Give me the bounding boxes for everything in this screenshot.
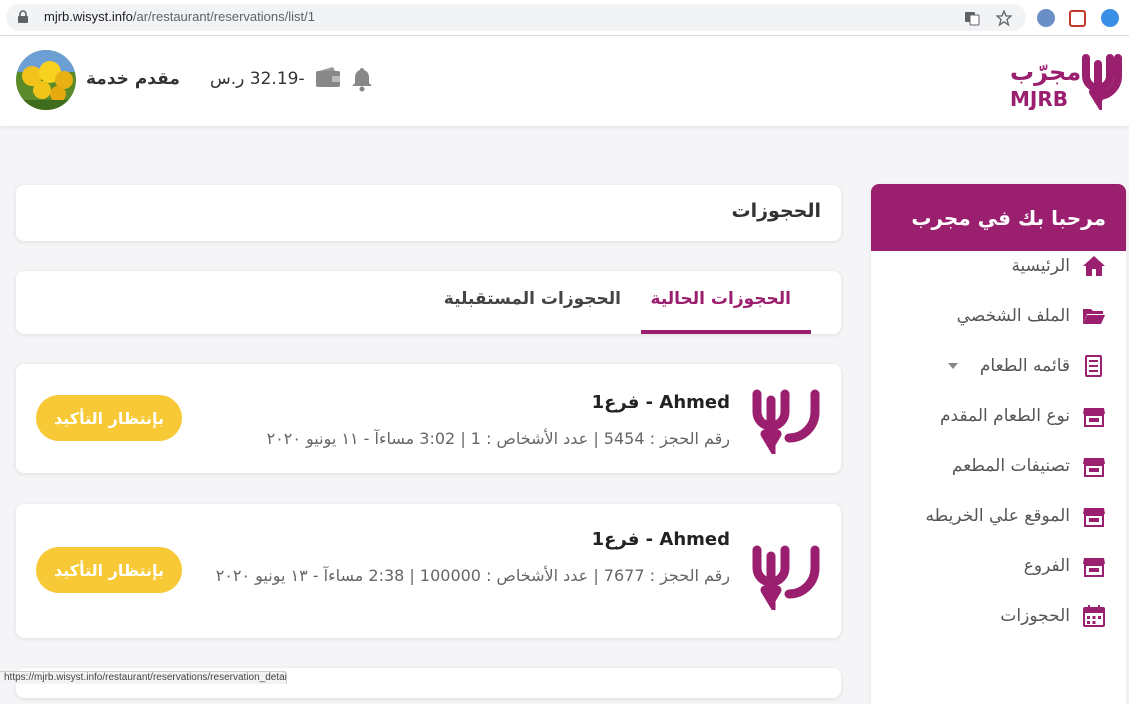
status-pending-button[interactable]: بإنتظار التأكيد (36, 395, 182, 441)
sidebar-item-label: الملف الشخصي (956, 306, 1070, 326)
extension-icon[interactable] (1101, 9, 1119, 27)
wallet-balance: -32.19 ر.س (210, 69, 305, 89)
sidebar-item-label: قائمه الطعام (979, 356, 1070, 376)
tab-upcoming-reservations[interactable]: الحجوزات المستقبلية (444, 289, 621, 309)
status-pending-button[interactable]: بإنتظار التأكيد (36, 547, 182, 593)
sidebar-item-branches[interactable]: الفروع (1024, 551, 1106, 581)
avatar[interactable] (16, 50, 76, 110)
star-icon[interactable] (996, 10, 1012, 26)
sidebar-item-label: الفروع (1023, 556, 1070, 576)
sidebar-item-label: نوع الطعام المقدم (940, 406, 1070, 426)
svg-text:MJRB: MJRB (1010, 87, 1068, 110)
reservation-details: رقم الحجز : 7677 | عدد الأشخاص : 100000 … (215, 566, 730, 585)
home-icon (1083, 256, 1105, 276)
url-text: mjrb.wisyst.info/ar/restaurant/reservati… (44, 9, 315, 24)
reservation-details: رقم الحجز : 5454 | عدد الأشخاص : 1 | 3:0… (266, 429, 730, 448)
page-title-card: الحجوزات (16, 185, 841, 241)
sidebar-item-location[interactable]: الموقع علي الخريطه (926, 501, 1106, 531)
sidebar-item-label: الموقع علي الخريطه (925, 506, 1070, 526)
store-icon (1083, 508, 1105, 527)
user-name[interactable]: مقدم خدمة (86, 69, 180, 89)
sidebar-welcome: مرحبا بك في مجرب (871, 184, 1126, 251)
mjrb-logo[interactable]: مجرّب MJRB (1008, 50, 1128, 110)
calendar-icon (1083, 605, 1105, 627)
sidebar-item-label: تصنيفات المطعم (951, 456, 1070, 476)
reservation-card[interactable]: Ahmed - فرع1 رقم الحجز : 5454 | عدد الأش… (16, 364, 841, 473)
chevron-down-icon (947, 363, 958, 369)
sidebar-item-food-type[interactable]: نوع الطعام المقدم (940, 401, 1106, 431)
tab-current-reservations[interactable]: الحجوزات الحالية (651, 289, 791, 309)
menu-list-icon (1085, 355, 1102, 377)
reservation-card[interactable]: Ahmed - فرع1 رقم الحجز : 7677 | عدد الأش… (16, 504, 841, 638)
site-header: مجرّب MJRB -32.19 ر.س مقدم خدمة (0, 36, 1129, 126)
restaurant-logo (752, 389, 820, 454)
sidebar-item-reservations[interactable]: الحجوزات (1000, 601, 1106, 631)
sidebar-item-profile[interactable]: الملف الشخصي (957, 301, 1106, 331)
sidebar-item-home[interactable]: الرئيسية (1011, 251, 1106, 281)
link-preview-statusbar: https://mjrb.wisyst.info/restaurant/rese… (0, 671, 287, 684)
browser-toolbar: mjrb.wisyst.info/ar/restaurant/reservati… (0, 0, 1129, 36)
sidebar-item-food-menu[interactable]: قائمه الطعام (947, 351, 1106, 381)
lock-icon (18, 10, 28, 23)
store-icon (1083, 408, 1105, 427)
wallet-icon[interactable] (315, 66, 341, 88)
address-bar[interactable]: mjrb.wisyst.info/ar/restaurant/reservati… (6, 4, 1026, 31)
tabs-card: الحجوزات الحالية الحجوزات المستقبلية (16, 271, 841, 334)
store-icon (1083, 458, 1105, 477)
reservation-title: Ahmed - فرع1 (591, 529, 730, 550)
svg-text:مجرّب: مجرّب (1010, 58, 1081, 86)
extension-icon[interactable] (1037, 9, 1055, 27)
store-icon (1083, 558, 1105, 577)
active-tab-indicator (641, 330, 811, 334)
folder-icon (1083, 309, 1105, 324)
extension-icon[interactable] (1069, 10, 1086, 27)
bell-icon[interactable] (350, 66, 374, 92)
reservation-title: Ahmed - فرع1 (591, 392, 730, 413)
sidebar-item-label: الرئيسية (1011, 256, 1070, 276)
page-title: الحجوزات (731, 200, 822, 222)
sidebar-item-categories[interactable]: تصنيفات المطعم (952, 451, 1106, 481)
sidebar: مرحبا بك في مجرب الرئيسية الملف الشخصي ق… (871, 184, 1126, 704)
sidebar-item-label: الحجوزات (1000, 606, 1070, 626)
translate-icon[interactable] (964, 10, 980, 26)
restaurant-logo (752, 545, 820, 610)
